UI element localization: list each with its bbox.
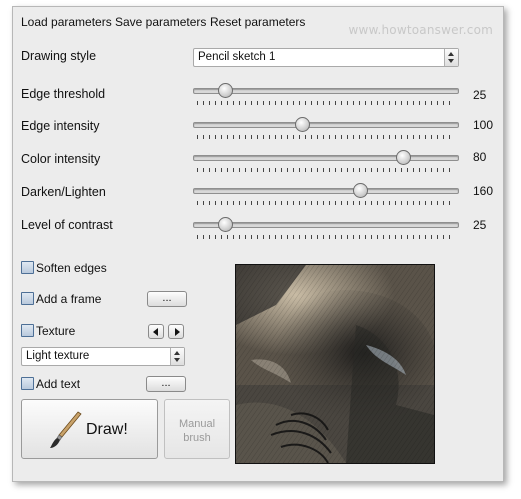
preview-image — [235, 264, 435, 464]
texture-prev-button[interactable] — [148, 324, 164, 339]
darken-lighten-slider[interactable] — [193, 183, 459, 207]
edge-intensity-label: Edge intensity — [21, 119, 100, 133]
main-panel: Load parameters Save parameters Reset pa… — [12, 6, 504, 482]
level-of-contrast-label: Level of contrast — [21, 218, 113, 232]
manual-brush-label-line1: Manual — [178, 418, 216, 430]
slider-thumb[interactable] — [396, 150, 412, 165]
slider-thumb[interactable] — [294, 117, 310, 132]
draw-button[interactable]: Draw! — [21, 399, 158, 459]
save-parameters-menu[interactable]: Save parameters — [115, 15, 206, 29]
arrow-right-icon — [175, 328, 180, 336]
soften-edges-label: Soften edges — [36, 261, 107, 275]
load-parameters-menu[interactable]: Load parameters — [21, 15, 112, 29]
add-text-checkbox[interactable]: Add text — [21, 377, 80, 393]
slider-ticks — [197, 168, 455, 172]
color-intensity-value: 80 — [473, 150, 487, 164]
edge-threshold-label: Edge threshold — [21, 87, 106, 101]
slider-track — [193, 188, 459, 194]
drawing-style-label: Drawing style — [21, 49, 97, 63]
darken-lighten-label: Darken/Lighten — [21, 185, 106, 199]
darken-lighten-value: 160 — [473, 184, 494, 198]
frame-options-button[interactable]: ... — [147, 291, 187, 307]
level-of-contrast-slider[interactable] — [193, 217, 459, 241]
texture-next-button[interactable] — [168, 324, 184, 339]
draw-button-label: Draw! — [86, 421, 128, 438]
sketch-preview — [236, 265, 434, 463]
slider-ticks — [197, 235, 455, 239]
manual-brush-button[interactable]: Manual brush — [164, 399, 230, 459]
texture-label: Texture — [36, 324, 76, 338]
slider-ticks — [197, 101, 455, 105]
level-of-contrast-value: 25 — [473, 218, 487, 232]
watermark: www.howtoanswer.com — [348, 23, 493, 37]
checkbox-box[interactable] — [21, 324, 34, 337]
edge-intensity-value: 100 — [473, 118, 494, 132]
color-intensity-slider[interactable] — [193, 150, 459, 174]
paintbrush-icon — [50, 411, 82, 448]
checkbox-box[interactable] — [21, 292, 34, 305]
checkbox-box[interactable] — [21, 261, 34, 274]
texture-type-select[interactable]: Light texture — [21, 347, 185, 366]
checkbox-box[interactable] — [21, 377, 34, 390]
edge-threshold-value: 25 — [473, 88, 487, 102]
add-frame-label: Add a frame — [36, 292, 102, 306]
select-spinner-icon[interactable] — [170, 348, 184, 365]
select-spinner-icon[interactable] — [444, 49, 458, 66]
add-text-label: Add text — [36, 377, 81, 391]
edge-threshold-slider[interactable] — [193, 83, 459, 107]
slider-thumb[interactable] — [218, 83, 234, 98]
texture-checkbox[interactable]: Texture — [21, 324, 75, 340]
drawing-style-select[interactable]: Pencil sketch 1 — [193, 48, 459, 67]
slider-thumb[interactable] — [218, 217, 234, 232]
reset-parameters-menu[interactable]: Reset parameters — [210, 15, 305, 29]
slider-thumb[interactable] — [353, 183, 369, 198]
edge-intensity-slider[interactable] — [193, 117, 459, 141]
slider-ticks — [197, 201, 455, 205]
text-options-button[interactable]: ... — [146, 376, 186, 392]
manual-brush-label-line2: brush — [183, 432, 211, 444]
arrow-left-icon — [153, 328, 158, 336]
slider-track — [193, 155, 459, 161]
add-frame-checkbox[interactable]: Add a frame — [21, 292, 101, 308]
drawing-style-value: Pencil sketch 1 — [198, 51, 276, 63]
slider-track — [193, 122, 459, 128]
texture-type-value: Light texture — [26, 350, 90, 362]
soften-edges-checkbox[interactable]: Soften edges — [21, 261, 107, 277]
slider-ticks — [197, 135, 455, 139]
color-intensity-label: Color intensity — [21, 152, 101, 166]
